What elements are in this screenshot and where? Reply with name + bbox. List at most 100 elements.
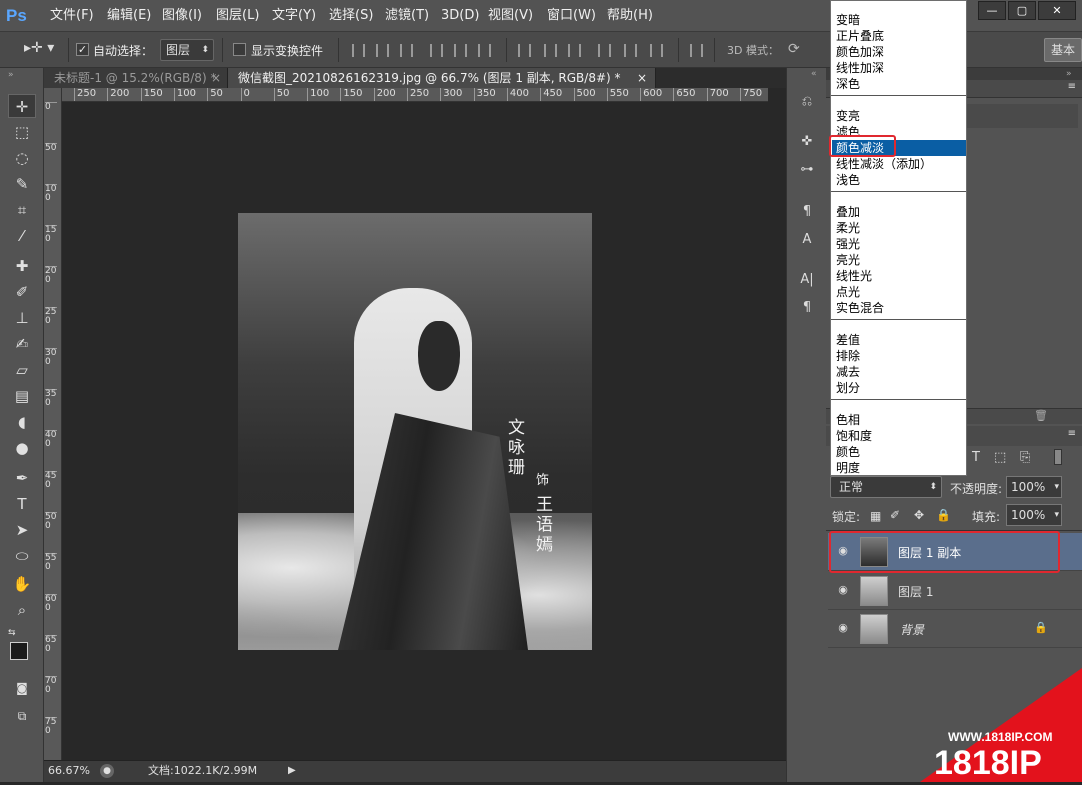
visibility-eye-icon[interactable]: ◉	[836, 622, 850, 634]
pen-tool-icon[interactable]: ✒	[8, 466, 36, 490]
tab-screenshot[interactable]: 微信截图_20210826162319.jpg @ 66.7% (图层 1 副本…	[228, 68, 656, 88]
blend-mode-option[interactable]: 线性减淡（添加）	[836, 156, 932, 172]
distribute-left-icon[interactable]	[598, 44, 611, 57]
collapse-icon[interactable]: «	[811, 69, 817, 79]
layer-row[interactable]: ◉ 背景 🔒	[828, 610, 1082, 648]
align-left-icon[interactable]	[430, 44, 443, 57]
blend-mode-option[interactable]: 深色	[836, 76, 860, 92]
auto-select-checkbox[interactable]: ✓	[76, 43, 89, 56]
menu-window[interactable]: 窗口(W)	[547, 0, 596, 32]
status-menu-arrow-icon[interactable]: ▶	[288, 761, 296, 781]
tab-close-icon[interactable]: ×	[211, 68, 221, 88]
distribute-right-icon[interactable]	[650, 44, 663, 57]
dodge-tool-icon[interactable]: ●	[8, 436, 36, 460]
move-tool-icon[interactable]: ✛	[8, 94, 36, 118]
filter-smart-icon[interactable]: ⎘	[1020, 450, 1030, 465]
lock-transparent-icon[interactable]: ▦	[870, 509, 881, 523]
blend-mode-select[interactable]: 正常 ⬍	[830, 476, 942, 498]
paragraph-styles-icon[interactable]: A	[796, 230, 818, 250]
show-transform-checkbox[interactable]	[233, 43, 246, 56]
rotate-3d-icon[interactable]: ⟳	[788, 41, 800, 57]
marquee-tool-icon[interactable]: ⬚	[8, 120, 36, 144]
menu-type[interactable]: 文字(Y)	[272, 0, 316, 32]
character-styles-icon[interactable]: ¶	[796, 202, 818, 222]
blend-mode-option[interactable]: 线性光	[836, 268, 872, 284]
blend-mode-option[interactable]: 线性加深	[836, 60, 884, 76]
align-top-icon[interactable]	[352, 44, 365, 57]
healing-brush-tool-icon[interactable]: ✚	[8, 254, 36, 278]
blend-mode-option[interactable]: 排除	[836, 348, 860, 364]
distribute-top-icon[interactable]	[518, 44, 531, 57]
blend-mode-option[interactable]: 叠加	[836, 204, 860, 220]
align-hcenter-icon[interactable]	[454, 44, 467, 57]
layer-name[interactable]: 图层 1	[898, 583, 933, 600]
blend-mode-option[interactable]: 点光	[836, 284, 860, 300]
blend-mode-option[interactable]: 饱和度	[836, 428, 872, 444]
character-panel-icon[interactable]: A|	[796, 270, 818, 290]
align-vcenter-icon[interactable]	[376, 44, 389, 57]
lock-position-icon[interactable]: ✥	[914, 508, 924, 522]
path-select-tool-icon[interactable]: ➤	[8, 518, 36, 542]
quick-mask-icon[interactable]: ◙	[8, 676, 36, 700]
distribute-bottom-icon[interactable]	[568, 44, 581, 57]
filter-toggle[interactable]	[1054, 449, 1062, 465]
clone-stamp-tool-icon[interactable]: ⊥	[8, 306, 36, 330]
blend-mode-option[interactable]: 强光	[836, 236, 860, 252]
expand-icon[interactable]: »	[1066, 69, 1072, 79]
menu-select[interactable]: 选择(S)	[329, 0, 373, 32]
auto-select-dropdown[interactable]: 图层 ⬍	[160, 39, 214, 61]
blend-mode-option[interactable]: 色相	[836, 412, 860, 428]
zoom-level[interactable]: 66.67%	[48, 761, 90, 781]
tab-close-icon[interactable]: ×	[637, 68, 647, 88]
blur-tool-icon[interactable]: ◖	[8, 410, 36, 434]
menu-edit[interactable]: 编辑(E)	[107, 0, 151, 32]
layer-name[interactable]: 背景	[900, 621, 924, 638]
history-icon[interactable]: ⎌	[796, 92, 818, 112]
paragraph-panel-icon[interactable]: ¶	[796, 298, 818, 318]
brush-presets-icon[interactable]: ✜	[796, 132, 818, 152]
crop-tool-icon[interactable]: ⌗	[8, 198, 36, 222]
visibility-eye-icon[interactable]: ◉	[836, 584, 850, 596]
align-bottom-icon[interactable]	[400, 44, 413, 57]
close-button[interactable]: ✕	[1038, 1, 1076, 20]
brush-tool-icon[interactable]: ✐	[8, 280, 36, 304]
eyedropper-tool-icon[interactable]: ⁄	[8, 224, 36, 248]
menu-image[interactable]: 图像(I)	[162, 0, 202, 32]
blend-mode-option[interactable]: 亮光	[836, 252, 860, 268]
blend-mode-option[interactable]: 颜色加深	[836, 44, 884, 60]
tab-untitled[interactable]: 未标题-1 @ 15.2%(RGB/8) * ×	[44, 68, 228, 88]
maximize-button[interactable]: ▢	[1008, 1, 1036, 20]
blend-mode-option[interactable]: 变暗	[836, 12, 860, 28]
workspace-switcher[interactable]: 基本	[1044, 38, 1082, 62]
foreground-color-swatch[interactable]	[10, 642, 28, 660]
blend-mode-option[interactable]: 变亮	[836, 108, 860, 124]
gradient-tool-icon[interactable]: ▤	[8, 384, 36, 408]
fill-field[interactable]: 100% ▾	[1006, 504, 1062, 526]
panel-menu-icon[interactable]: ≡	[1068, 428, 1076, 439]
blend-mode-option[interactable]: 实色混合	[836, 300, 884, 316]
blend-mode-option[interactable]: 浅色	[836, 172, 860, 188]
opacity-field[interactable]: 100% ▾	[1006, 476, 1062, 498]
menu-file[interactable]: 文件(F)	[50, 0, 94, 32]
blend-mode-option[interactable]: 颜色	[836, 444, 860, 460]
menu-help[interactable]: 帮助(H)	[607, 0, 653, 32]
status-info-icon[interactable]: ●	[100, 764, 114, 778]
menu-3d[interactable]: 3D(D)	[441, 0, 479, 32]
trash-icon[interactable]: 🗑	[1034, 409, 1048, 422]
blend-mode-option[interactable]: 柔光	[836, 220, 860, 236]
blend-mode-option[interactable]: 划分	[836, 380, 860, 396]
history-brush-tool-icon[interactable]: ✍	[8, 332, 36, 356]
eraser-tool-icon[interactable]: ▱	[8, 358, 36, 382]
menu-filter[interactable]: 滤镜(T)	[385, 0, 429, 32]
minimize-button[interactable]: —	[978, 1, 1006, 20]
blend-mode-option[interactable]: 明度	[836, 460, 860, 476]
menu-layer[interactable]: 图层(L)	[216, 0, 259, 32]
panel-menu-icon[interactable]: ≡	[1068, 81, 1076, 92]
move-tool-preset[interactable]: ▸✛ ▾	[24, 40, 62, 60]
auto-align-icon[interactable]	[690, 44, 703, 57]
distribute-vcenter-icon[interactable]	[544, 44, 557, 57]
blend-mode-option[interactable]: 正片叠底	[836, 28, 884, 44]
lock-pixels-icon[interactable]: ✐	[890, 508, 900, 522]
distribute-hcenter-icon[interactable]	[624, 44, 637, 57]
blend-mode-option[interactable]: 减去	[836, 364, 860, 380]
